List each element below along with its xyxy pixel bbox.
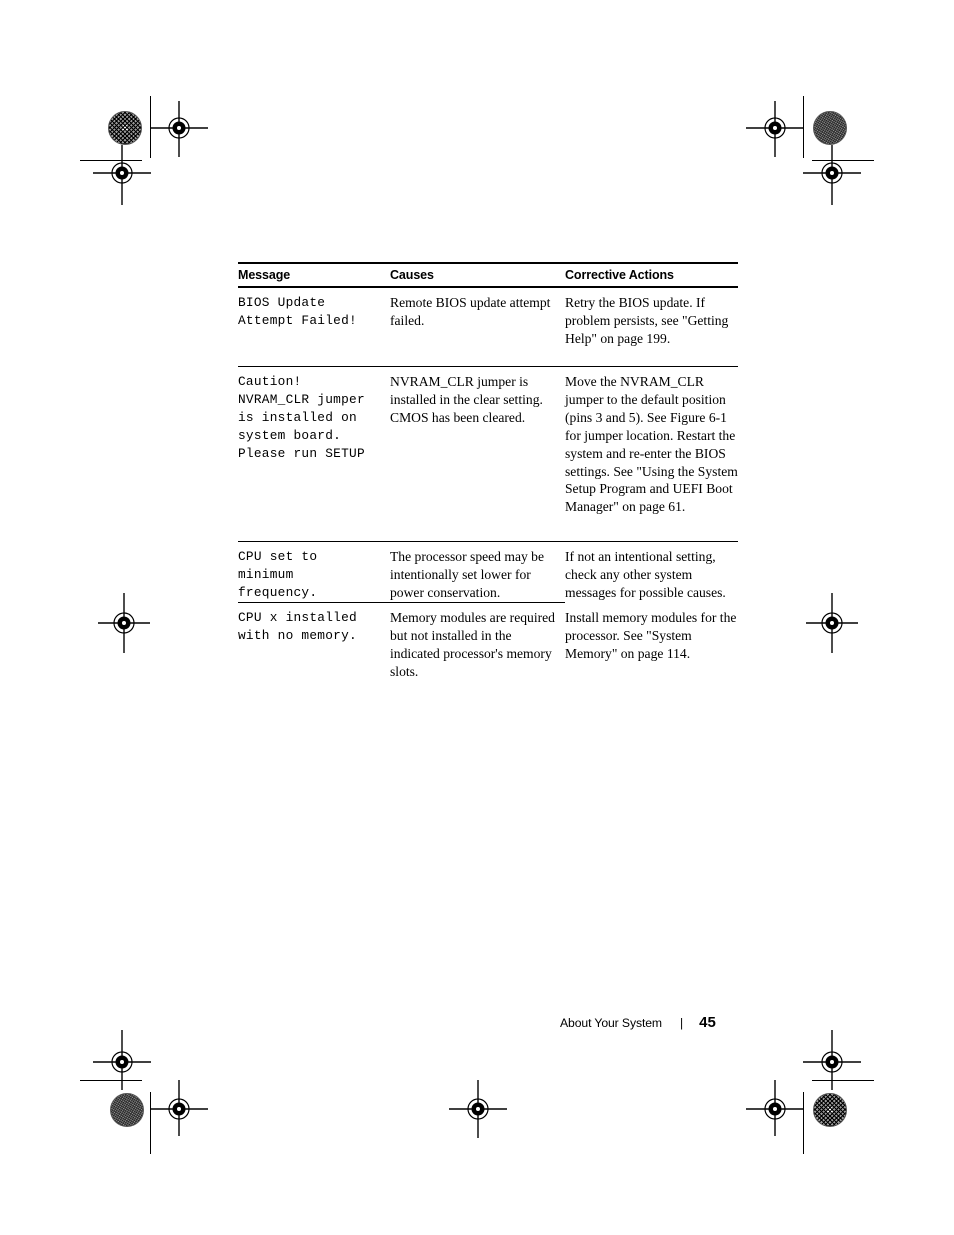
registration-target-bottom-center	[449, 1080, 507, 1138]
registration-target-top-left-upper	[150, 101, 208, 157]
registration-target-bottom-right-lower	[746, 1080, 804, 1136]
halftone-dot-bottom-left	[110, 1093, 144, 1127]
cell-message: CPU set to minimum frequency.	[238, 549, 318, 600]
cell-message: BIOS Update Attempt Failed!	[238, 295, 357, 328]
table-row: BIOS Update Attempt Failed! Remote BIOS …	[238, 294, 738, 366]
footer-separator: |	[679, 1016, 684, 1030]
table-row-rule	[238, 366, 738, 367]
cell-cause: Remote BIOS update attempt failed.	[390, 295, 551, 328]
table-row: CPU set to minimum frequency. The proces…	[238, 548, 738, 606]
crop-line-bottom-right-horizontal	[812, 1080, 874, 1082]
cell-cause: The processor speed may be intentionally…	[390, 549, 545, 600]
cell-message: Caution! NVRAM_CLR jumper is installed o…	[238, 374, 365, 461]
footer-section-title: About Your System	[560, 1016, 662, 1030]
column-header-message: Message	[238, 268, 291, 282]
footer-page-number: 45	[699, 1014, 716, 1031]
table-row-rule-partial	[238, 602, 565, 603]
registration-target-top-left-lower	[93, 145, 151, 205]
table-row: CPU x installed with no memory. Memory m…	[238, 609, 738, 685]
registration-target-top-right-lower	[803, 145, 861, 205]
column-header-causes: Causes	[390, 268, 434, 282]
halftone-dot-bottom-right	[813, 1093, 847, 1127]
table-top-rule	[238, 262, 738, 264]
cell-corrective-action: Move the NVRAM_CLR jumper to the default…	[565, 374, 738, 515]
cell-cause: Memory modules are required but not inst…	[390, 610, 555, 679]
cell-corrective-action: Retry the BIOS update. If problem persis…	[565, 295, 729, 346]
cell-corrective-action: Install memory modules for the processor…	[565, 610, 737, 661]
page-footer: About Your System | 45	[560, 1014, 716, 1031]
table-row-rule	[238, 541, 738, 542]
table-row: Caution! NVRAM_CLR jumper is installed o…	[238, 373, 738, 541]
cell-message: CPU x installed with no memory.	[238, 610, 357, 643]
registration-target-bottom-left-lower	[150, 1080, 208, 1136]
registration-target-top-right-upper	[746, 101, 804, 157]
halftone-dot-top-right	[813, 111, 847, 145]
registration-target-mid-right	[806, 593, 858, 653]
table-header-rule	[238, 286, 738, 288]
halftone-dot-top-left	[108, 111, 142, 145]
column-header-corrective-actions: Corrective Actions	[565, 268, 674, 282]
cell-corrective-action: If not an intentional setting, check any…	[565, 549, 726, 600]
crop-line-bottom-left-horizontal	[80, 1080, 142, 1082]
document-page: Message Causes Corrective Actions BIOS U…	[0, 0, 954, 1235]
cell-cause: NVRAM_CLR jumper is installed in the cle…	[390, 374, 543, 425]
registration-target-mid-left	[98, 593, 150, 653]
